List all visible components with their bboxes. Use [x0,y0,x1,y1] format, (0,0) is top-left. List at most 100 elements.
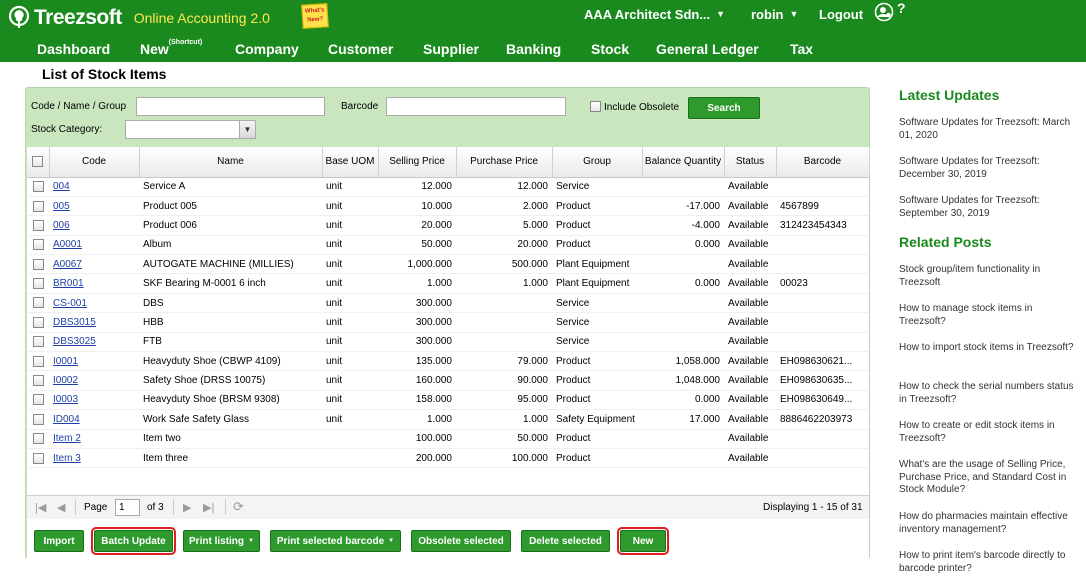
help-icon[interactable]: ? [897,0,906,16]
refresh-icon[interactable]: ⟳ [233,499,244,515]
nav-stock[interactable]: Stock [591,41,629,57]
col-status[interactable]: Status [724,147,777,178]
row-checkbox[interactable] [32,394,44,406]
related-post-link[interactable]: How to manage stock items in Treezsoft? [899,303,1081,328]
update-link[interactable]: Software Updates for Treezsoft: Septembe… [899,195,1081,220]
nav-customer[interactable]: Customer [328,41,393,57]
row-checkbox[interactable] [32,219,44,231]
table-row[interactable]: I0001 Heavyduty Shoe (CBWP 4109) unit 135.0… [27,351,869,372]
table-row[interactable]: I0003 Heavyduty Shoe (BRSM 9308) unit 158.0… [27,390,869,411]
obsolete-selected-button[interactable]: Obsolete selected [411,530,511,552]
related-post-link[interactable]: How to check the serial numbers status i… [899,381,1081,406]
col-barcode[interactable]: Barcode [776,147,870,178]
update-link[interactable]: Software Updates for Treezsoft: March 01… [899,117,1081,142]
item-code-link[interactable]: A0001 [53,239,82,250]
row-checkbox[interactable] [32,278,44,290]
item-code-link[interactable]: DBS3015 [53,317,96,328]
row-checkbox[interactable] [32,375,44,387]
print-barcode-button[interactable]: Print selected barcode ▼ [270,530,401,552]
user-settings-icon[interactable] [874,2,894,22]
col-base-uom[interactable]: Base UOM [322,147,379,178]
user-menu[interactable]: robin ▼ [751,0,798,28]
whats-new-note[interactable]: What's New? [301,3,329,29]
table-row[interactable]: CS-001 DBS unit 300.000 Service Available [27,293,869,314]
nav-company[interactable]: Company [235,41,299,57]
item-code-link[interactable]: CS-001 [53,298,87,309]
related-post-link[interactable]: How to print item's barcode directly to … [899,550,1081,575]
nav-new[interactable]: New(Shortcut) [140,39,202,57]
nav-dashboard[interactable]: Dashboard [37,41,110,57]
col-balance-quantity[interactable]: Balance Quantity [642,147,725,178]
col-purchase-price[interactable]: Purchase Price [456,147,553,178]
row-checkbox[interactable] [32,297,44,309]
col-selling-price[interactable]: Selling Price [378,147,457,178]
related-post-link[interactable]: How do pharmacies maintain effective inv… [899,511,1081,536]
stock-category-select[interactable]: ▼ [125,120,256,139]
company-selector[interactable]: AAA Architect Sdn... ▼ [584,0,725,28]
row-checkbox[interactable] [32,239,44,251]
delete-selected-button[interactable]: Delete selected [521,530,610,552]
item-code-link[interactable]: 006 [53,220,70,231]
nav-supplier[interactable]: Supplier [423,41,479,57]
row-checkbox[interactable] [32,181,44,193]
import-button[interactable]: Import [34,530,84,552]
code-filter-input[interactable] [136,97,325,116]
nav-tax[interactable]: Tax [790,41,813,57]
batch-update-button[interactable]: Batch Update [91,527,176,555]
new-item-button[interactable]: New [617,527,669,555]
table-row[interactable]: I0002 Safety Shoe (DRSS 10075) unit 160.000… [27,370,869,391]
row-checkbox[interactable] [32,336,44,348]
row-checkbox[interactable] [32,433,44,445]
item-code-link[interactable]: Item 2 [53,433,81,444]
chevron-down-icon[interactable]: ▼ [239,121,255,138]
related-post-link[interactable]: What's are the usage of Selling Price, P… [899,459,1081,497]
item-code-link[interactable]: BR001 [53,278,84,289]
row-checkbox[interactable] [32,316,44,328]
table-row[interactable]: DBS3025 FTB unit 300.000 Service Available [27,332,869,353]
item-code-link[interactable]: I0003 [53,394,78,405]
logout-link[interactable]: Logout [819,0,863,28]
table-row[interactable]: ID004 Work Safe Safety Glass unit 1.000 1.00… [27,409,869,430]
prev-page-icon[interactable]: ◀ [57,501,65,514]
first-page-icon[interactable]: |◀ [35,501,46,514]
item-code-link[interactable]: 004 [53,181,70,192]
row-checkbox[interactable] [32,355,44,367]
related-post-link[interactable]: How to create or edit stock items in Tre… [899,420,1081,445]
col-code[interactable]: Code [49,147,140,178]
nav-general-ledger[interactable]: General Ledger [656,41,759,57]
item-code-link[interactable]: Item 3 [53,453,81,464]
item-code-link[interactable]: I0002 [53,375,78,386]
row-checkbox[interactable] [32,413,44,425]
table-row[interactable]: Item 2 Item two 100.000 50.000 Product Availa… [27,429,869,449]
item-code-link[interactable]: I0001 [53,356,78,367]
related-post-link[interactable]: Stock group/item functionality in Treezs… [899,264,1081,289]
row-checkbox[interactable] [32,200,44,212]
item-code-link[interactable]: A0067 [53,259,82,270]
table-row[interactable]: 006 Product 006 unit 20.000 5.000 Product -4.0… [27,215,869,236]
table-row[interactable]: DBS3015 HBB unit 300.000 Service Available [27,312,869,333]
col-name[interactable]: Name [139,147,323,178]
last-page-icon[interactable]: ▶| [203,501,214,514]
barcode-filter-input[interactable] [386,97,566,116]
table-row[interactable]: A0067 AUTOGATE MACHINE (MILLIES) unit 1,000… [27,254,869,275]
table-row[interactable]: BR001 SKF Bearing M-0001 6 inch unit 1.000 1… [27,273,869,294]
table-row[interactable]: Item 3 Item three 200.000 100.000 Product Ava… [27,448,869,469]
table-row[interactable]: 004 Service Aunit 12.000 12.000 Service Avail… [27,177,869,197]
row-checkbox[interactable] [32,258,44,270]
include-obsolete-checkbox[interactable] [590,101,601,112]
item-code-link[interactable]: 005 [53,201,70,212]
nav-banking[interactable]: Banking [506,41,561,57]
page-number-input[interactable]: 1 [115,499,140,516]
col-group[interactable]: Group [552,147,643,178]
logo[interactable]: Treezsoft Online Accounting 2.0 [6,4,270,32]
update-link[interactable]: Software Updates for Treezsoft: December… [899,156,1081,181]
next-page-icon[interactable]: ▶ [183,501,191,514]
select-all-checkbox[interactable] [32,156,44,168]
item-code-link[interactable]: ID004 [53,414,80,425]
table-row[interactable]: A0001 Album unit 50.000 20.000 Product 0.000 Av… [27,235,869,256]
item-code-link[interactable]: DBS3025 [53,336,96,347]
search-button[interactable]: Search [688,97,760,119]
table-row[interactable]: 005 Product 005 unit 10.000 2.000 Product -17.… [27,196,869,217]
related-post-link[interactable]: How to import stock items in Treezsoft? [899,342,1081,355]
print-listing-button[interactable]: Print listing ▼ [183,530,260,552]
